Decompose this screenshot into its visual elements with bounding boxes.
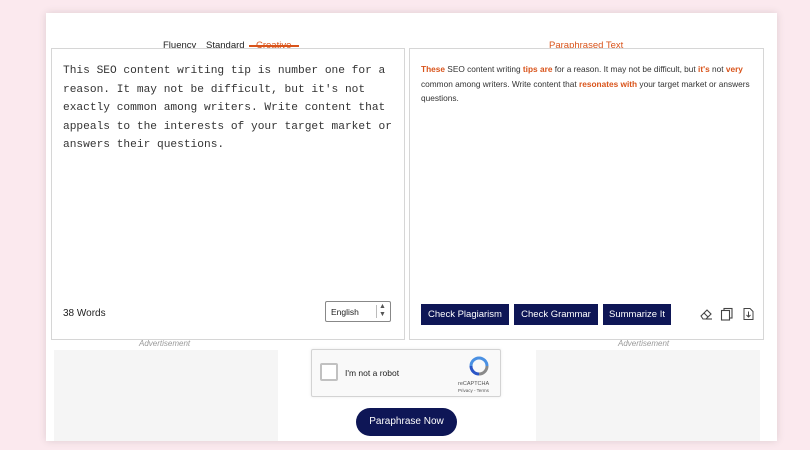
recaptcha-brand: reCAPTCHA xyxy=(458,381,490,387)
input-textarea[interactable]: This SEO content writing tip is number o… xyxy=(63,62,398,155)
active-tab-underline xyxy=(249,45,299,47)
check-plagiarism-button[interactable]: Check Plagiarism xyxy=(421,304,509,325)
output-segment: SEO content writing xyxy=(444,64,523,74)
recaptcha-checkbox[interactable] xyxy=(320,363,338,381)
select-divider xyxy=(376,305,377,318)
paraphrased-output: These SEO content writing tips are for a… xyxy=(421,62,756,106)
changed-word[interactable]: it's xyxy=(698,64,710,74)
select-arrows-icon: ▲ ▼ xyxy=(379,303,386,318)
recaptcha-label: I'm not a robot xyxy=(345,368,400,378)
changed-word[interactable]: resonates with xyxy=(579,79,637,89)
language-value: English xyxy=(331,307,359,317)
paraphrase-now-button[interactable]: Paraphrase Now xyxy=(356,408,457,436)
ad-label-left: Advertisement xyxy=(139,339,191,348)
output-segment: for a reason. It may not be difficult, b… xyxy=(552,64,699,74)
changed-word[interactable]: tips are xyxy=(523,64,553,74)
ad-label-right: Advertisement xyxy=(618,339,670,348)
input-panel[interactable]: This SEO content writing tip is number o… xyxy=(51,48,405,340)
copy-icon[interactable] xyxy=(720,307,734,321)
language-select[interactable]: English ▲ ▼ xyxy=(325,301,391,322)
word-count: 38 Words xyxy=(63,308,106,319)
output-segment: common among writers. Write content that xyxy=(421,78,580,89)
output-segment: not xyxy=(709,64,726,74)
changed-word[interactable]: These xyxy=(421,64,445,74)
recaptcha-widget: I'm not a robot reCAPTCHA Privacy - Term… xyxy=(311,349,501,397)
ad-slot-right xyxy=(536,350,760,441)
output-panel: These SEO content writing tips are for a… xyxy=(409,48,764,340)
summarize-button[interactable]: Summarize It xyxy=(603,304,671,325)
paraphraser-card: Fluency Standard Creative Paraphrased Te… xyxy=(46,13,777,441)
ad-slot-left xyxy=(54,350,278,441)
recaptcha-terms[interactable]: Privacy - Terms xyxy=(458,388,489,393)
download-icon[interactable] xyxy=(741,307,755,321)
recaptcha-logo-icon xyxy=(469,356,489,376)
changed-word[interactable]: very xyxy=(726,64,743,74)
eraser-icon[interactable] xyxy=(699,307,713,321)
check-grammar-button[interactable]: Check Grammar xyxy=(514,304,598,325)
